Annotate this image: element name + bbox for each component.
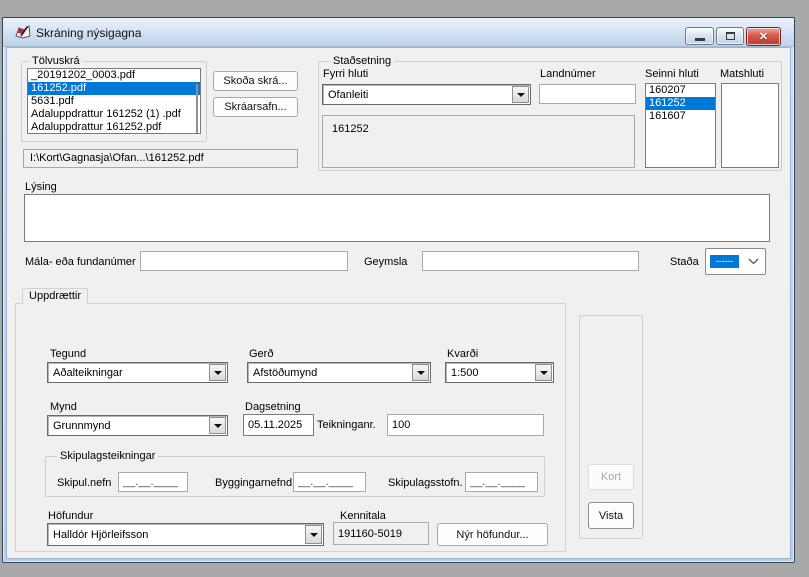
titlebar[interactable]: Skráning nýsigagna: [3, 18, 794, 47]
skipul-nefn-date-input[interactable]: [118, 472, 188, 492]
list-item[interactable]: 161252: [646, 97, 715, 110]
tegund-label: Tegund: [50, 348, 86, 360]
fyrri-hluti-combobox[interactable]: Ofanleiti: [322, 84, 531, 105]
teikninganr-input[interactable]: [387, 414, 544, 436]
mynd-value: Grunnmynd: [53, 420, 110, 432]
skipulagsstofn-date-input[interactable]: [465, 472, 538, 492]
matshluti-listbox[interactable]: [721, 83, 779, 168]
new-author-button[interactable]: Nýr höfundur...: [437, 523, 548, 546]
list-item[interactable]: Adaluppdrattur 161252.pdf: [28, 121, 200, 134]
tolvuskra-group-label: Tölvuskrá: [29, 55, 83, 67]
mala-fundanumer-label: Mála- eða fundanúmer: [25, 256, 136, 268]
file-listbox[interactable]: _20191202_0003.pdf161252.pdf5631.pdfAdal…: [27, 68, 201, 134]
maximize-button[interactable]: [716, 27, 744, 45]
dropdown-arrow-icon[interactable]: [512, 86, 529, 103]
mynd-label: Mynd: [50, 401, 77, 413]
kennitala-label: Kennitala: [340, 510, 386, 522]
list-item[interactable]: 5631.pdf: [28, 95, 200, 108]
skipulagsstofn-label: Skipulagsstofn.: [388, 477, 463, 489]
list-item[interactable]: 161607: [646, 110, 715, 123]
desktop: Skráning nýsigagna ✕ Tölvuskrá _20191202…: [0, 0, 809, 577]
geymsla-input[interactable]: [422, 251, 639, 271]
dropdown-arrow-icon[interactable]: [209, 417, 226, 434]
tegund-combobox[interactable]: Aðalteikningar: [47, 362, 228, 383]
file-path-box: I:\Kort\Gagnasja\Ofan...\161252.pdf: [23, 149, 298, 168]
gerd-label: Gerð: [249, 348, 273, 360]
list-item[interactable]: Adaluppdrattur 161252 (1) .pdf: [28, 108, 200, 121]
fyrri-hluti-value: Ofanleiti: [328, 89, 368, 101]
kennitala-field: [333, 522, 429, 545]
skipulagsteikningar-group-label: Skipulagsteikningar: [57, 450, 158, 462]
matshluti-label: Matshluti: [720, 68, 764, 80]
close-button[interactable]: ✕: [746, 27, 781, 46]
landnumer-input[interactable]: [539, 84, 636, 104]
kvardi-value: 1:500: [451, 367, 479, 379]
minimize-button[interactable]: [685, 27, 714, 45]
fyrri-hluti-label: Fyrri hluti: [323, 68, 368, 80]
geymsla-label: Geymsla: [364, 256, 407, 268]
mala-fundanumer-input[interactable]: [140, 251, 348, 271]
chevron-down-icon: [748, 258, 759, 265]
byggingarnefnd-label: Byggingarnefnd: [215, 477, 292, 489]
mynd-combobox[interactable]: Grunnmynd: [47, 415, 228, 436]
dropdown-arrow-icon[interactable]: [305, 525, 322, 544]
dagsetning-input[interactable]: [243, 414, 314, 436]
maximize-icon: [726, 32, 735, 40]
file-list-scrollbar[interactable]: [196, 84, 198, 134]
window-title: Skráning nýsigagna: [36, 26, 141, 40]
gerd-value: Afstöðumynd: [253, 367, 317, 379]
seinni-hluti-listbox[interactable]: 160207161252161607: [645, 83, 716, 168]
tegund-value: Aðalteikningar: [53, 367, 123, 379]
file-archive-button[interactable]: Skráarsafn...: [213, 97, 298, 117]
lysing-textarea[interactable]: [24, 194, 770, 242]
list-item[interactable]: 160207: [646, 84, 715, 97]
stadsetning-info-box: 161252: [322, 115, 635, 168]
gerd-combobox[interactable]: Afstöðumynd: [247, 362, 431, 383]
skipul-nefn-label: Skipul.nefn: [57, 477, 111, 489]
hofundur-combobox[interactable]: Halldór Hjörleifsson: [47, 523, 324, 546]
stadsetning-group-label: Staðsetning: [330, 55, 394, 67]
seinni-hluti-label: Seinni hluti: [645, 68, 699, 80]
kvardi-combobox[interactable]: 1:500: [445, 362, 554, 383]
teikninganr-label: Teikninganr.: [317, 419, 376, 431]
vista-button[interactable]: Vista: [588, 502, 634, 529]
lysing-label: Lýsing: [25, 181, 57, 193]
stada-label: Staða: [670, 256, 699, 268]
close-icon: ✕: [759, 30, 768, 43]
dagsetning-label: Dagsetning: [245, 401, 301, 413]
hofundur-value: Halldór Hjörleifsson: [53, 529, 148, 541]
minimize-icon: [695, 38, 705, 41]
kort-button[interactable]: Kort: [588, 464, 634, 490]
hofundur-label: Höfundur: [48, 510, 93, 522]
dropdown-arrow-icon[interactable]: [412, 364, 429, 381]
list-item[interactable]: 161252.pdf: [28, 82, 200, 95]
view-file-button[interactable]: Skoða skrá...: [213, 71, 298, 91]
dropdown-arrow-icon[interactable]: [535, 364, 552, 381]
landnumer-label: Landnúmer: [540, 68, 596, 80]
tab-uppdraettir[interactable]: Uppdrættir: [22, 288, 88, 304]
stada-selected-value: ------: [710, 255, 739, 268]
kvardi-label: Kvarði: [447, 348, 478, 360]
list-item[interactable]: _20191202_0003.pdf: [28, 69, 200, 82]
app-icon: [15, 24, 31, 40]
stada-combobox[interactable]: ------: [705, 248, 766, 275]
dropdown-arrow-icon[interactable]: [209, 364, 226, 381]
byggingarnefnd-date-input[interactable]: [293, 472, 366, 492]
